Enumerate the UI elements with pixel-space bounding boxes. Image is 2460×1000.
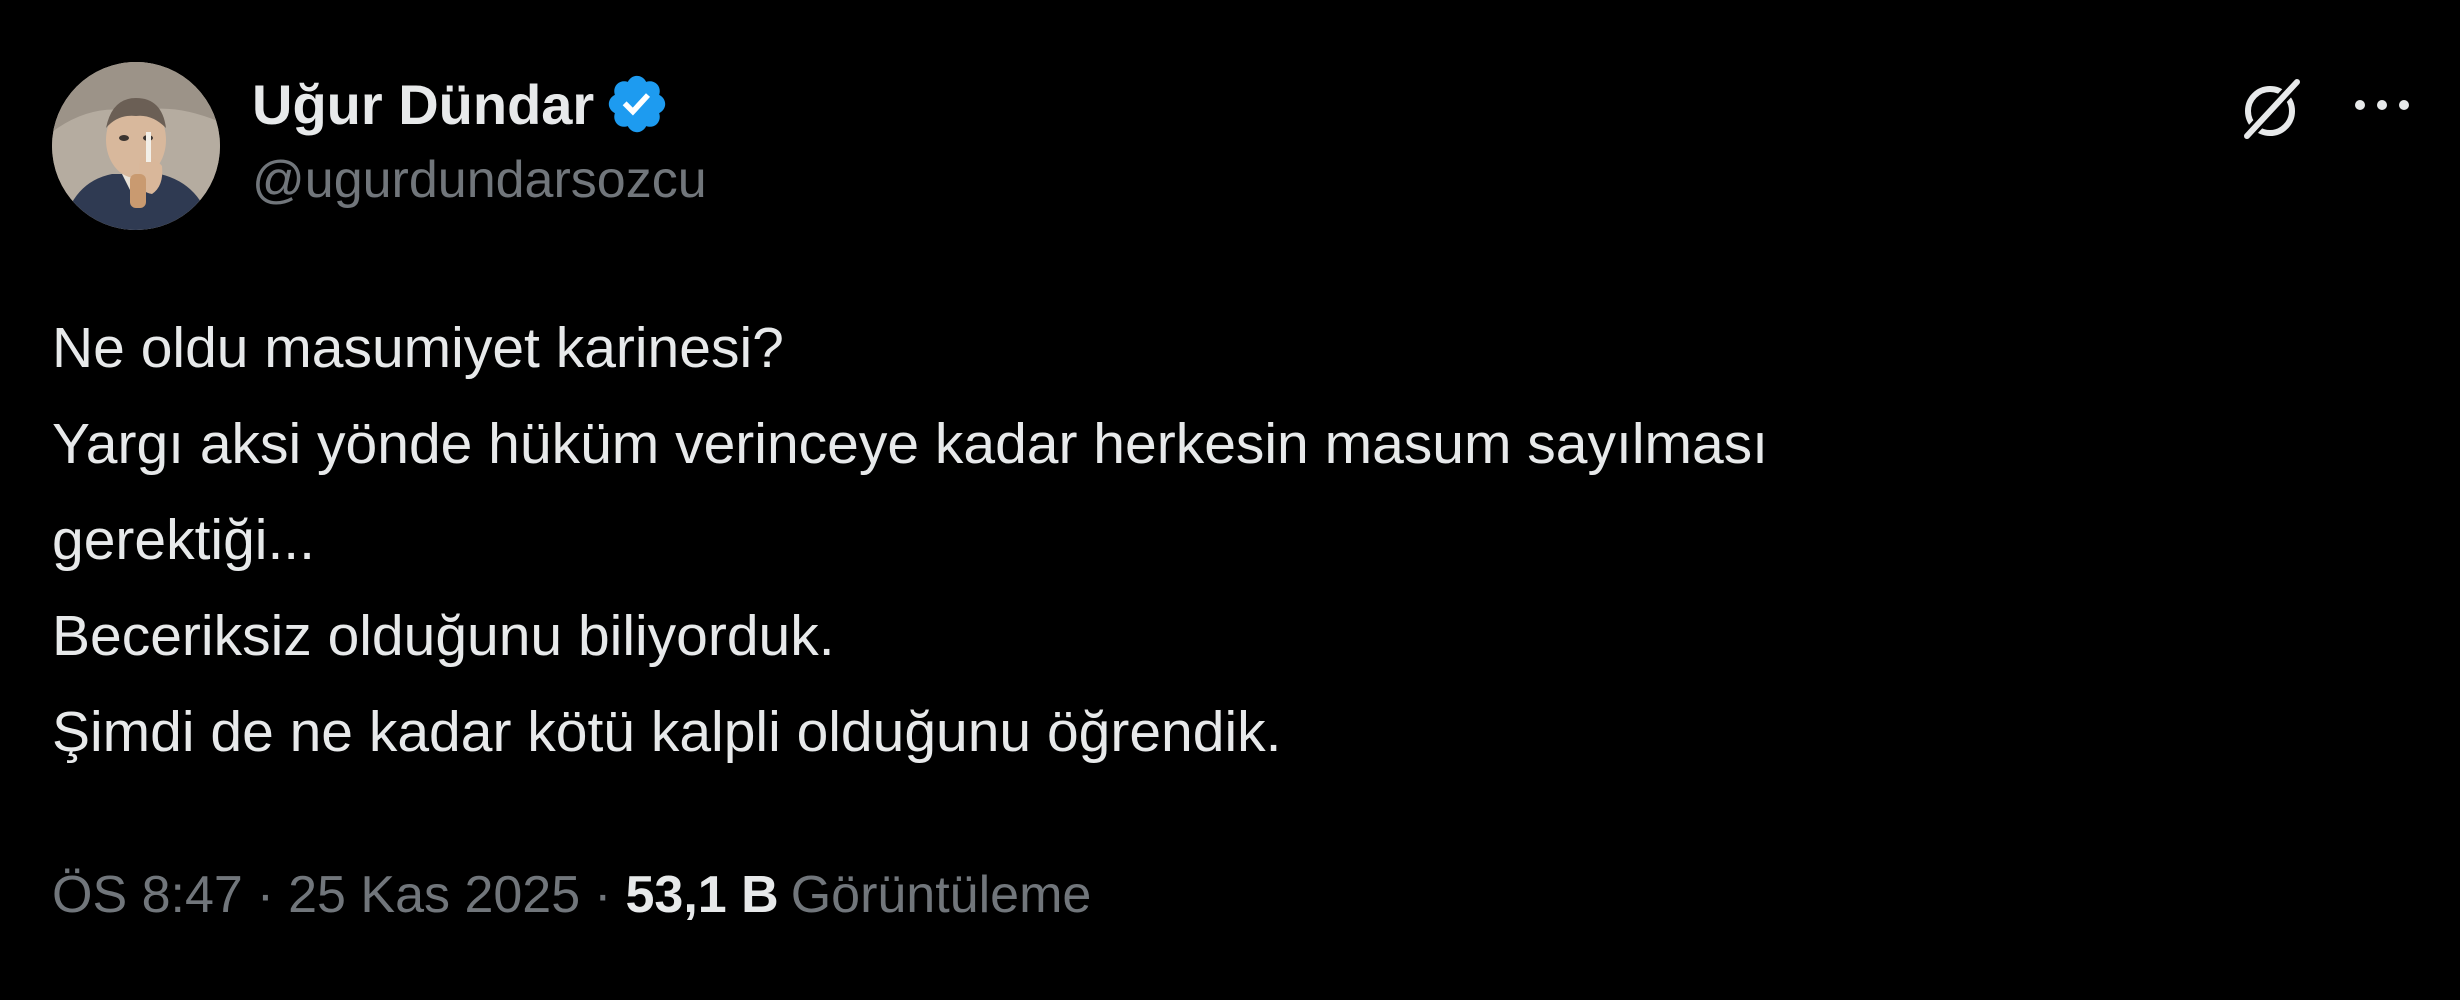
tweet-text: Ne oldu masumiyet karinesi? Yargı aksi y… [52, 300, 2352, 780]
tweet-text-line: gerektiği... [52, 508, 315, 572]
tweet-meta: ÖS 8:47 · 25 Kas 2025 · 53,1 B Görüntüle… [52, 860, 1091, 930]
avatar[interactable] [52, 62, 220, 230]
views-count[interactable]: 53,1 B [625, 865, 778, 925]
tweet-text-line: Beceriksiz olduğunu biliyorduk. [52, 604, 835, 668]
views-label[interactable]: Görüntüleme [791, 865, 1092, 925]
tweet-time[interactable]: ÖS 8:47 [52, 865, 243, 925]
tweet-date[interactable]: 25 Kas 2025 [288, 865, 580, 925]
display-name-row: Uğur Dündar [252, 68, 670, 140]
more-dots-icon[interactable] [2350, 90, 2414, 120]
grok-icon[interactable] [2235, 72, 2309, 146]
tweet-card: Uğur Dündar @ugurdundarsozcu Ne oldu mas… [0, 0, 2460, 1000]
tweet-text-line: Yargı aksi yönde hüküm verinceye kadar h… [52, 412, 1769, 476]
tweet-text-line: Ne oldu masumiyet karinesi? [52, 316, 784, 380]
portrait-avatar-image [52, 62, 220, 230]
display-name[interactable]: Uğur Dündar [252, 72, 594, 137]
tweet-text-line: Şimdi de ne kadar kötü kalpli olduğunu ö… [52, 700, 1282, 764]
meta-separator: · [594, 866, 612, 924]
verified-badge-icon[interactable] [604, 71, 670, 137]
meta-separator: · [256, 866, 275, 924]
handle[interactable]: @ugurdundarsozcu [252, 150, 707, 210]
